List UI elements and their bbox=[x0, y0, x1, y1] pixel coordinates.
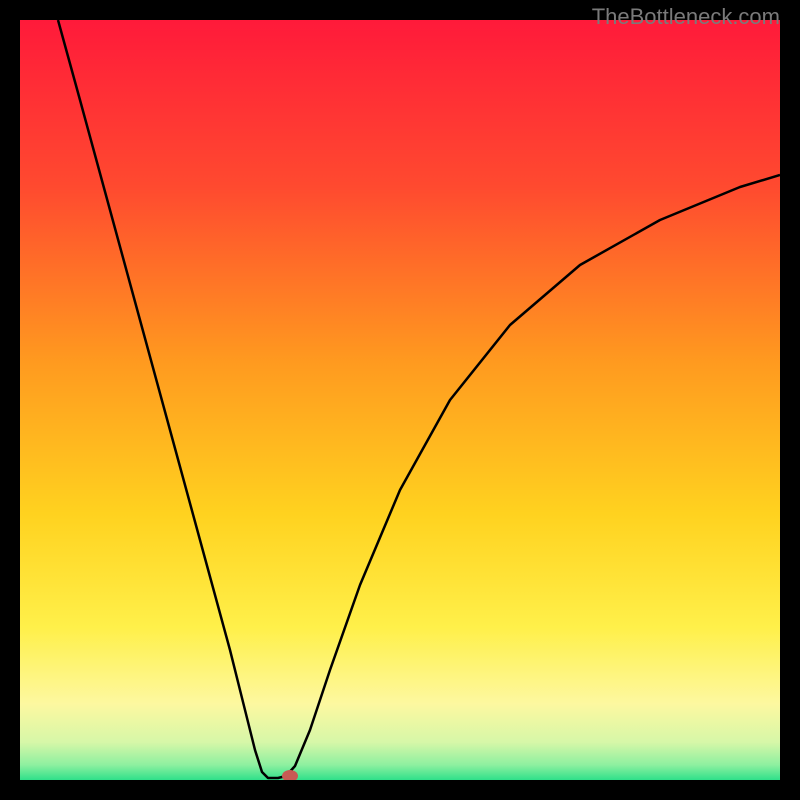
chart-background bbox=[20, 20, 780, 780]
chart-svg bbox=[20, 20, 780, 780]
watermark-text: TheBottleneck.com bbox=[592, 4, 780, 30]
chart-plot-area bbox=[20, 20, 780, 780]
